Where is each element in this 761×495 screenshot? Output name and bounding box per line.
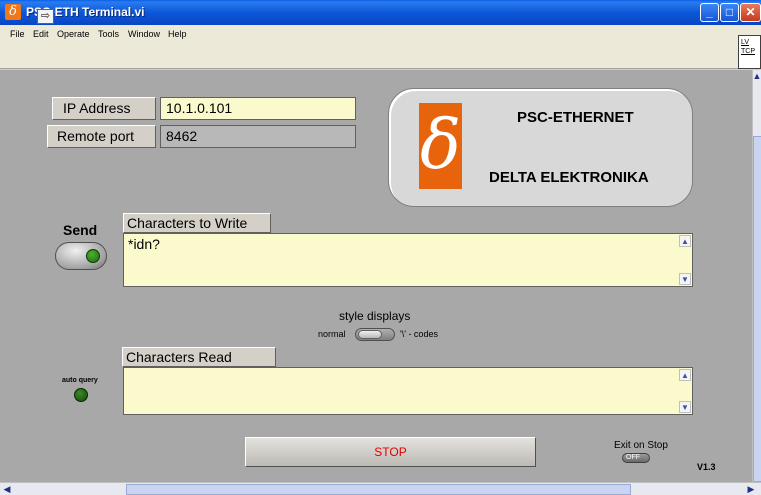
remote-port-label: Remote port <box>47 125 156 148</box>
send-button[interactable] <box>55 242 107 270</box>
characters-read-field[interactable]: ▲ ▼ <box>123 367 693 415</box>
scroll-left-icon[interactable]: ◀ <box>1 483 13 495</box>
exit-on-stop-label: Exit on Stop <box>614 440 668 451</box>
ip-address-field[interactable]: 10.1.0.101 <box>160 97 356 120</box>
toggle-knob <box>358 330 382 339</box>
ip-address-label: IP Address <box>52 97 156 120</box>
delta-elektronika-logo: δ PSC-ETHERNET DELTA ELEKTRONIKA <box>388 88 693 207</box>
close-button[interactable]: ✕ <box>740 3 761 22</box>
scroll-down-icon[interactable]: ▼ <box>679 401 691 413</box>
menu-operate[interactable]: Operate <box>57 28 90 40</box>
style-normal-label: normal <box>318 329 346 339</box>
horizontal-scroll-thumb[interactable] <box>126 484 631 495</box>
characters-to-write-label: Characters to Write <box>123 213 271 233</box>
vi-icon: LV TCP <box>738 35 761 69</box>
maximize-button[interactable]: □ <box>720 3 739 22</box>
exit-on-stop-state: OFF <box>626 454 640 461</box>
scroll-up-icon[interactable]: ▲ <box>679 235 691 247</box>
menu-help[interactable]: Help <box>168 28 187 40</box>
menu-window[interactable]: Window <box>128 28 160 40</box>
auto-query-led-icon[interactable] <box>74 388 88 402</box>
logo-product-name: PSC-ETHERNET <box>517 109 634 126</box>
characters-to-write-value: *idn? <box>128 236 160 252</box>
exit-on-stop-toggle[interactable]: OFF <box>622 453 650 463</box>
delta-icon: δ <box>5 4 21 20</box>
vi-icon-line2: TCP <box>741 48 755 55</box>
version-label: V1.3 <box>697 462 716 472</box>
remote-port-field[interactable]: 8462 <box>160 125 356 148</box>
menu-file[interactable]: File <box>10 28 25 40</box>
style-displays-toggle[interactable] <box>355 328 395 341</box>
style-displays-label: style displays <box>339 309 411 323</box>
vertical-scrollbar[interactable]: ▲ <box>752 70 761 482</box>
menu-tools[interactable]: Tools <box>98 28 119 40</box>
horizontal-scrollbar[interactable]: ◀ ▶ <box>0 482 761 495</box>
minimize-button[interactable]: _ <box>700 3 719 22</box>
style-codes-label: '\' - codes <box>400 329 438 339</box>
scroll-right-icon[interactable]: ▶ <box>745 483 757 495</box>
run-arrow-icon[interactable]: ⇨ <box>37 9 54 24</box>
scroll-up-icon[interactable]: ▲ <box>679 369 691 381</box>
characters-read-label: Characters Read <box>122 347 276 367</box>
toolbar <box>0 43 761 69</box>
menu-bar: File Edit Operate Tools Window Help <box>0 25 761 43</box>
scroll-down-icon[interactable]: ▼ <box>679 273 691 285</box>
characters-to-write-field[interactable]: *idn? ▲ ▼ <box>123 233 693 287</box>
labview-window: δ PSC-ETH Terminal.vi _ □ ✕ File Edit Op… <box>0 0 761 495</box>
send-led-icon <box>86 249 100 263</box>
stop-button[interactable]: STOP <box>245 437 536 467</box>
write-scrollbar[interactable]: ▲ ▼ <box>679 235 691 285</box>
vertical-scroll-thumb[interactable] <box>753 136 761 482</box>
scroll-up-icon[interactable]: ▲ <box>751 70 761 82</box>
logo-company-name: DELTA ELEKTRONIKA <box>489 169 649 186</box>
title-bar[interactable]: δ PSC-ETH Terminal.vi _ □ ✕ <box>0 0 761 25</box>
menu-edit[interactable]: Edit <box>33 28 49 40</box>
vi-icon-line1: LV <box>741 39 750 46</box>
auto-query-label: auto query <box>62 377 98 384</box>
delta-icon: δ <box>420 106 461 185</box>
send-label: Send <box>63 222 98 238</box>
read-scrollbar[interactable]: ▲ ▼ <box>679 369 691 413</box>
